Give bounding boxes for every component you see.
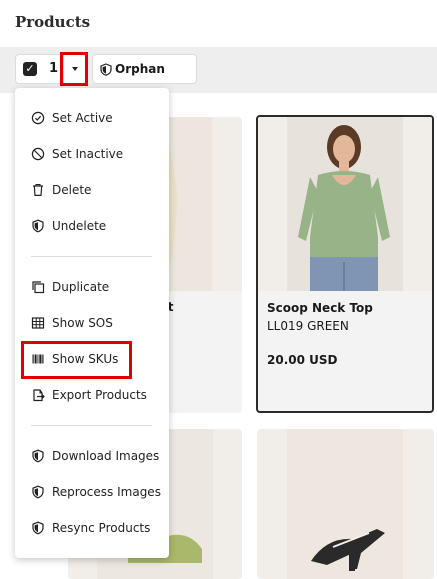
shield-icon [32, 449, 44, 463]
menu-item-resync-products[interactable]: Resync Products [15, 516, 169, 540]
check-circle-icon [31, 111, 45, 125]
menu-item-download-images[interactable]: Download Images [15, 444, 169, 468]
shield-icon [32, 485, 44, 499]
page-title: Products [15, 13, 91, 31]
bulk-actions-dropdown-button[interactable] [63, 55, 85, 83]
product-price: 20.00 USD [267, 353, 338, 367]
menu-item-label: Set Inactive [52, 147, 124, 161]
select-all-checkbox[interactable]: ✓ [23, 62, 37, 76]
menu-item-label: Resync Products [52, 521, 151, 535]
orphan-skus-button[interactable]: Orphan Skus [92, 54, 197, 104]
barcode-icon [32, 354, 44, 364]
trash-icon [33, 184, 43, 196]
menu-item-undelete[interactable]: Undelete [15, 214, 169, 238]
caret-down-icon [72, 67, 78, 71]
menu-item-export-products[interactable]: Export Products [15, 383, 169, 407]
menu-item-reprocess-images[interactable]: Reprocess Images [15, 480, 169, 504]
menu-item-label: Undelete [52, 219, 107, 233]
product-image [258, 117, 432, 291]
table-icon [31, 317, 45, 329]
shield-icon [32, 521, 44, 535]
product-name: Scoop Neck Top [267, 301, 373, 315]
selected-count: 1 [49, 61, 59, 76]
product-card-selected[interactable]: Scoop Neck Top LL019 GREEN 20.00 USD [256, 115, 434, 413]
menu-item-label: Delete [52, 183, 92, 197]
product-image [257, 429, 434, 579]
menu-item-label: Download Images [52, 449, 160, 463]
export-icon [33, 389, 45, 402]
shield-icon [32, 219, 44, 233]
menu-item-label: Show SOS [52, 316, 113, 330]
shield-icon [100, 63, 112, 76]
menu-item-show-skus[interactable]: Show SKUs [15, 347, 169, 371]
prohibit-icon [31, 147, 45, 161]
product-card[interactable] [257, 429, 434, 579]
menu-divider [31, 425, 152, 426]
bulk-actions-menu: Set Active Set Inactive Delete Undelete … [15, 88, 169, 558]
menu-item-label: Duplicate [52, 280, 110, 294]
menu-item-delete[interactable]: Delete [15, 178, 169, 202]
menu-item-duplicate[interactable]: Duplicate [15, 275, 169, 299]
product-sku: LL019 GREEN [267, 319, 349, 333]
menu-item-label: Show SKUs [52, 352, 119, 366]
copy-icon [32, 281, 45, 294]
menu-item-set-active[interactable]: Set Active [15, 106, 169, 130]
menu-item-show-sos[interactable]: Show SOS [15, 311, 169, 335]
menu-item-label: Export Products [52, 388, 147, 402]
menu-divider [31, 256, 152, 257]
menu-item-label: Set Active [52, 111, 113, 125]
menu-item-set-inactive[interactable]: Set Inactive [15, 142, 169, 166]
menu-item-label: Reprocess Images [52, 485, 161, 499]
